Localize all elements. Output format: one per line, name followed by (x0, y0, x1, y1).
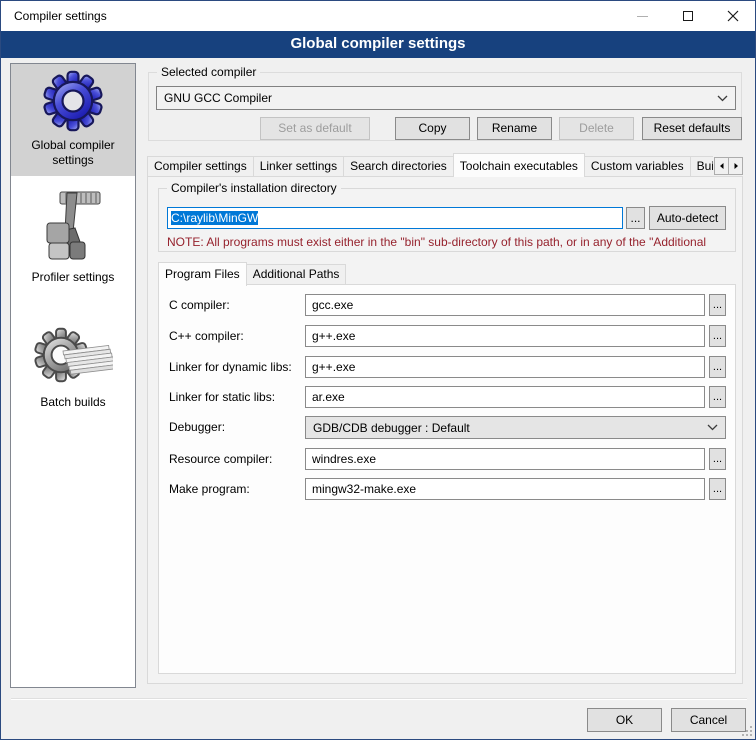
dynamic-linker-row: Linker for dynamic libs: ... (159, 356, 735, 378)
blue-gear-icon (15, 70, 131, 135)
close-button[interactable] (710, 1, 755, 31)
tab-custom-variables[interactable]: Custom variables (584, 156, 691, 177)
sidebar-item-profiler-settings[interactable]: Profiler settings (11, 180, 135, 293)
tab-build-options[interactable]: Build (690, 156, 713, 177)
sidebar-item-global-compiler-settings[interactable]: Global compiler settings (11, 64, 135, 176)
installation-directory-input[interactable]: C:\raylib\MinGW (167, 207, 623, 229)
sidebar: Global compiler settings Profiler settin… (10, 63, 136, 688)
tab-additional-paths[interactable]: Additional Paths (246, 264, 347, 285)
page-title: Global compiler settings (1, 31, 755, 58)
resource-compiler-browse-button[interactable]: ... (709, 448, 726, 470)
rename-button[interactable]: Rename (477, 117, 552, 140)
make-program-browse-button[interactable]: ... (709, 478, 726, 500)
dynamic-linker-browse-button[interactable]: ... (709, 356, 726, 378)
program-files-tabstrip: Program Files Additional Paths (158, 261, 345, 285)
program-files-page: C compiler: ... C++ compiler: ... Linker… (158, 284, 736, 674)
maximize-button[interactable] (665, 1, 710, 31)
compiler-select-value: GNU GCC Compiler (164, 91, 717, 105)
window-title: Compiler settings (1, 9, 107, 23)
browse-directory-button[interactable]: ... (626, 207, 645, 229)
cancel-button[interactable]: Cancel (671, 708, 746, 732)
copy-button[interactable]: Copy (395, 117, 470, 140)
sidebar-item-batch-builds[interactable]: Batch builds (11, 319, 135, 418)
resource-compiler-label: Resource compiler: (169, 448, 272, 470)
tab-scroll-right-button[interactable] (728, 157, 743, 175)
chevron-down-icon (717, 95, 728, 102)
installation-directory-value: C:\raylib\MinGW (171, 211, 258, 225)
c-compiler-input[interactable] (305, 294, 705, 316)
installation-directory-group-label: Compiler's installation directory (167, 181, 341, 195)
reset-defaults-button[interactable]: Reset defaults (642, 117, 742, 140)
bin-subdirectory-note: NOTE: All programs must exist either in … (167, 235, 733, 249)
static-linker-label: Linker for static libs: (169, 386, 275, 408)
minimize-button[interactable] (620, 1, 665, 31)
make-program-row: Make program: ... (159, 478, 735, 500)
static-linker-row: Linker for static libs: ... (159, 386, 735, 408)
compiler-select[interactable]: GNU GCC Compiler (156, 86, 736, 110)
make-program-label: Make program: (169, 478, 250, 500)
debugger-label: Debugger: (169, 416, 225, 438)
cpp-compiler-row: C++ compiler: ... (159, 325, 735, 347)
tab-search-directories[interactable]: Search directories (343, 156, 454, 177)
window-controls (620, 1, 755, 31)
sidebar-item-label: Global compiler settings (15, 138, 131, 168)
resource-compiler-input[interactable] (305, 448, 705, 470)
sidebar-item-label: Batch builds (15, 395, 131, 410)
debugger-select-value: GDB/CDB debugger : Default (313, 421, 707, 435)
debugger-select[interactable]: GDB/CDB debugger : Default (305, 416, 726, 439)
selected-compiler-group: Selected compiler GNU GCC Compiler Set a… (148, 72, 742, 141)
titlebar: Compiler settings (1, 1, 755, 31)
tab-compiler-settings[interactable]: Compiler settings (147, 156, 254, 177)
ok-button[interactable]: OK (587, 708, 662, 732)
compiler-settings-dialog: Compiler settings Global compiler settin… (0, 0, 756, 740)
minimize-icon (637, 16, 648, 17)
tab-toolchain-executables[interactable]: Toolchain executables (453, 153, 585, 177)
triangle-right-icon (732, 162, 740, 170)
footer-divider (11, 698, 747, 700)
dynamic-linker-input[interactable] (305, 356, 705, 378)
delete-button[interactable]: Delete (559, 117, 634, 140)
debugger-row: Debugger: GDB/CDB debugger : Default (159, 416, 735, 438)
maximize-icon (683, 11, 693, 21)
cpp-compiler-browse-button[interactable]: ... (709, 325, 726, 347)
selected-compiler-group-label: Selected compiler (157, 65, 260, 79)
installation-directory-group: Compiler's installation directory C:\ray… (158, 188, 736, 252)
cpp-compiler-label: C++ compiler: (169, 325, 244, 347)
c-compiler-browse-button[interactable]: ... (709, 294, 726, 316)
resource-compiler-row: Resource compiler: ... (159, 448, 735, 470)
c-compiler-row: C compiler: ... (159, 294, 735, 316)
c-compiler-label: C compiler: (169, 294, 230, 316)
tab-scroll-left-button[interactable] (714, 157, 729, 175)
cpp-compiler-input[interactable] (305, 325, 705, 347)
tab-program-files[interactable]: Program Files (158, 262, 247, 286)
toolchain-executables-page: Compiler's installation directory C:\ray… (147, 176, 743, 684)
sidebar-item-label: Profiler settings (15, 270, 131, 285)
static-linker-browse-button[interactable]: ... (709, 386, 726, 408)
dynamic-linker-label: Linker for dynamic libs: (169, 356, 292, 378)
tab-linker-settings[interactable]: Linker settings (253, 156, 344, 177)
close-icon (727, 10, 739, 22)
static-linker-input[interactable] (305, 386, 705, 408)
chevron-down-icon (707, 424, 718, 431)
tab-scroll-arrows (715, 157, 743, 175)
caliper-icon (15, 186, 131, 267)
make-program-input[interactable] (305, 478, 705, 500)
set-as-default-button[interactable]: Set as default (260, 117, 370, 140)
settings-tabstrip: Compiler settings Linker settings Search… (147, 152, 743, 177)
auto-detect-button[interactable]: Auto-detect (649, 206, 726, 230)
triangle-left-icon (718, 162, 726, 170)
settings-tabs: Compiler settings Linker settings Search… (147, 152, 713, 177)
resize-grip[interactable] (742, 726, 753, 737)
gray-gear-papers-icon (15, 325, 131, 392)
